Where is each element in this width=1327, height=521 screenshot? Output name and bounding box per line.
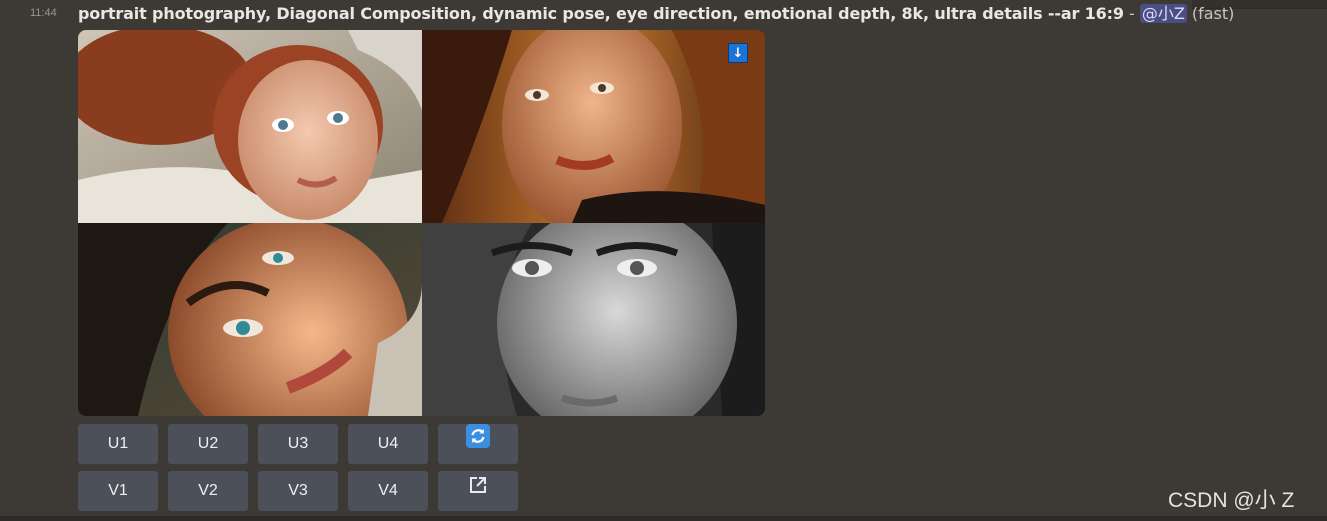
image-grid[interactable] (78, 30, 765, 416)
variation-3-button[interactable]: V3 (258, 471, 338, 511)
image-quadrant-4[interactable] (422, 223, 765, 416)
image-quadrant-3[interactable] (78, 223, 422, 416)
external-link-icon (468, 471, 488, 511)
upscale-4-button[interactable]: U4 (348, 424, 428, 464)
message-header: portrait photography, Diagonal Compositi… (78, 3, 1234, 25)
image-quadrant-2[interactable] (422, 30, 765, 223)
portrait-image-2 (422, 30, 765, 223)
bottom-bar (0, 516, 1327, 521)
reroll-button[interactable] (438, 424, 518, 464)
image-quadrant-1[interactable] (78, 30, 422, 223)
variation-1-button[interactable]: V1 (78, 471, 158, 511)
watermark: CSDN @小 Z (1168, 489, 1295, 512)
variation-4-button[interactable]: V4 (348, 471, 428, 511)
portrait-image-1 (78, 30, 422, 223)
speed-label: (fast) (1191, 4, 1235, 23)
variation-2-button[interactable]: V2 (168, 471, 248, 511)
upscale-2-button[interactable]: U2 (168, 424, 248, 464)
portrait-image-4 (422, 223, 765, 416)
upscale-3-button[interactable]: U3 (258, 424, 338, 464)
refresh-icon (466, 424, 490, 464)
portrait-image-3 (78, 223, 422, 416)
download-icon[interactable]: ↓ (728, 43, 748, 63)
user-mention[interactable]: @小Z (1139, 4, 1187, 23)
open-web-button[interactable] (438, 471, 518, 511)
message-timestamp: 11:44 (30, 7, 57, 19)
prompt-text: portrait photography, Diagonal Compositi… (78, 4, 1124, 23)
separator: - (1123, 4, 1140, 23)
upscale-1-button[interactable]: U1 (78, 424, 158, 464)
